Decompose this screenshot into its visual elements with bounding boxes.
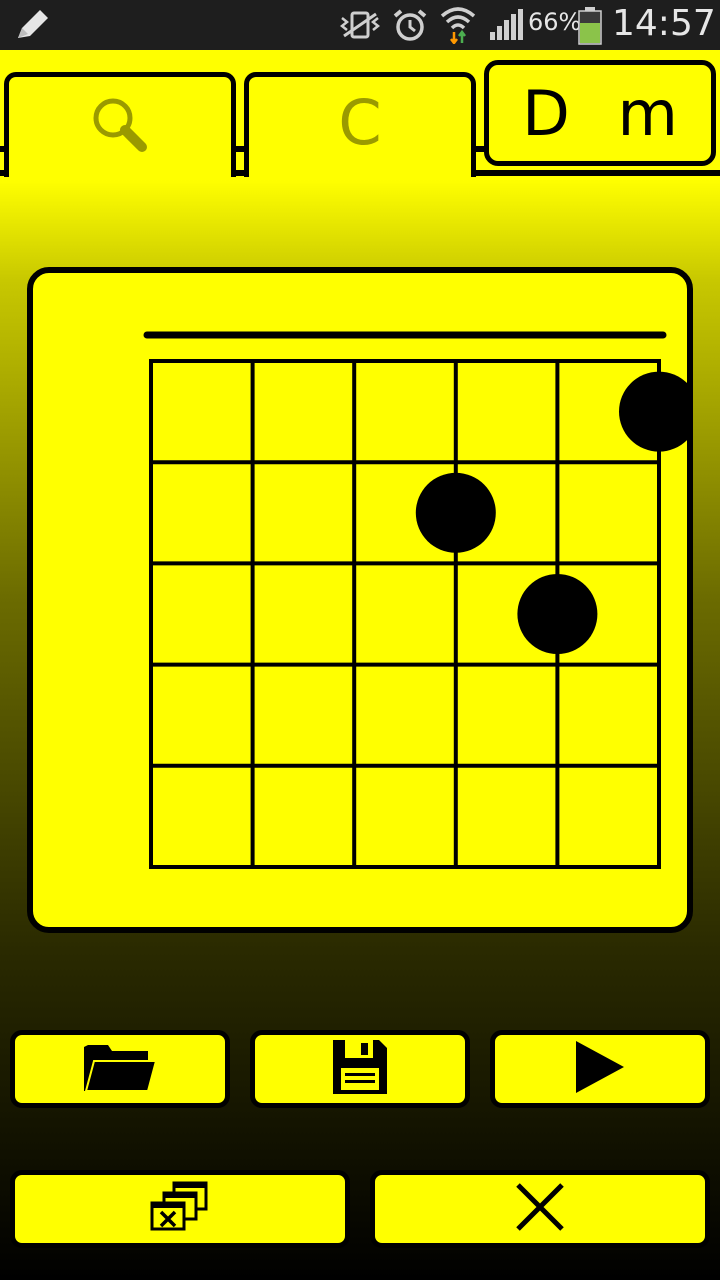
floppy-disk-icon bbox=[331, 1038, 389, 1100]
tab-root-note-label: C bbox=[338, 85, 382, 159]
play-button[interactable] bbox=[490, 1030, 710, 1108]
tab-chord-type-label: D m bbox=[522, 76, 692, 150]
finger-dot bbox=[415, 472, 496, 553]
status-bar: 66% 14:57 bbox=[0, 0, 720, 50]
search-icon bbox=[88, 93, 152, 161]
close-icon bbox=[514, 1181, 566, 1237]
finger-dot bbox=[517, 574, 598, 654]
tab-search[interactable] bbox=[4, 72, 236, 177]
chord-diagram bbox=[143, 331, 687, 869]
play-icon bbox=[574, 1039, 626, 1099]
close-button[interactable] bbox=[370, 1170, 710, 1248]
battery-icon bbox=[576, 6, 604, 50]
signal-icon bbox=[488, 8, 524, 46]
tab-root-note[interactable]: C bbox=[244, 72, 476, 177]
battery-percent: 66% bbox=[528, 8, 582, 36]
folder-icon bbox=[82, 1041, 158, 1097]
chord-diagram-card bbox=[27, 267, 693, 933]
wifi-icon bbox=[440, 6, 476, 48]
save-button[interactable] bbox=[250, 1030, 470, 1108]
clock: 14:57 bbox=[612, 3, 716, 44]
pencil-icon bbox=[14, 8, 54, 46]
tab-chord-type[interactable]: D m bbox=[484, 60, 716, 166]
clear-windows-icon bbox=[148, 1181, 212, 1237]
clear-button[interactable] bbox=[10, 1170, 350, 1248]
alarm-icon bbox=[392, 8, 428, 46]
vibrate-icon bbox=[339, 10, 381, 44]
open-button[interactable] bbox=[10, 1030, 230, 1108]
finger-dot bbox=[619, 371, 687, 452]
